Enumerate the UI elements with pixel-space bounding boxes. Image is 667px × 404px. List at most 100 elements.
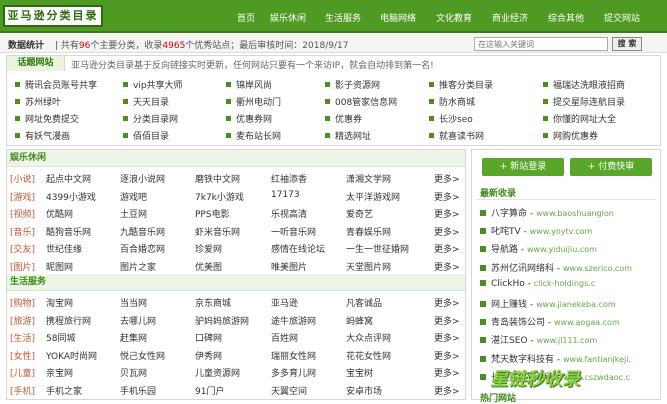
site-link[interactable]: 百姓网	[271, 331, 298, 344]
hot-site-link[interactable]: 影子资源网	[325, 78, 380, 91]
nav-life[interactable]: 生活服务	[325, 11, 361, 24]
hot-site-link[interactable]: 网购优惠券	[543, 129, 598, 142]
more-link[interactable]: 更多>	[434, 190, 460, 203]
site-link[interactable]: 红袖添香	[271, 172, 307, 185]
hot-site-link[interactable]: 008管家信息网	[325, 95, 397, 108]
site-link[interactable]: 瑞丽女性网	[271, 349, 316, 362]
site-link[interactable]: 花花女性网	[346, 349, 391, 362]
site-link[interactable]: 去哪儿网	[120, 314, 156, 327]
hot-site-link[interactable]: 苏州绿叶	[15, 95, 61, 108]
site-link[interactable]: 手机乐园	[120, 384, 156, 397]
more-link[interactable]: 更多>	[434, 384, 460, 397]
nav-culture[interactable]: 文化教育	[436, 11, 472, 24]
site-link[interactable]: 贝瓦网	[120, 366, 147, 379]
site-logo[interactable]: 亚马逊分类目录	[3, 5, 103, 27]
site-link[interactable]: 磨铁中文网	[195, 172, 240, 185]
latest-site-item[interactable]: 湛江SEO - www.jl111.com	[480, 333, 597, 346]
nav-home[interactable]: 首页	[237, 11, 255, 24]
site-link[interactable]: 唯美图片	[271, 260, 307, 273]
hot-site-link[interactable]: 腾讯会员账号共享	[15, 78, 97, 91]
hot-site-link[interactable]: 你懂的网址大全	[543, 112, 616, 125]
category-tag[interactable]: [交友]	[10, 242, 35, 255]
category-tag[interactable]: [购物]	[10, 296, 35, 309]
hot-site-link[interactable]: 衢州电动门	[226, 95, 281, 108]
site-link[interactable]: YOKA时尚网	[46, 349, 97, 362]
hot-site-link[interactable]: 优惠券	[325, 112, 362, 125]
hot-site-link[interactable]: 提交星际连航目录	[543, 95, 625, 108]
more-link[interactable]: 更多>	[434, 172, 460, 185]
site-link[interactable]: 一生一世征婚网	[346, 242, 409, 255]
site-link[interactable]: 土豆网	[120, 207, 147, 220]
more-link[interactable]: 更多>	[434, 314, 460, 327]
site-link[interactable]: 凡客诚品	[346, 296, 382, 309]
site-link[interactable]: 优酷网	[46, 207, 73, 220]
hot-site-link[interactable]: 就喜读书网	[429, 129, 484, 142]
site-link[interactable]: 感情在线论坛	[271, 242, 325, 255]
hot-site-link[interactable]: 防水商城	[429, 95, 475, 108]
site-link[interactable]: 起点中文网	[46, 172, 91, 185]
category-tag[interactable]: [生活]	[10, 331, 35, 344]
search-input[interactable]	[474, 37, 608, 51]
site-link[interactable]: 大众点评网	[346, 331, 391, 344]
site-link[interactable]: 世纪佳缘	[46, 242, 82, 255]
latest-site-item[interactable]: 青岛装饰公司 - www.aogaa.com	[480, 315, 620, 328]
search-button[interactable]: 搜 索	[612, 37, 642, 51]
hot-site-link[interactable]: 分类目录网	[123, 112, 178, 125]
site-link[interactable]: 多多育儿网	[271, 366, 316, 379]
site-link[interactable]: 91门户	[195, 384, 224, 397]
latest-site-item[interactable]: 导航路 - www.yiduijiu.com	[480, 242, 597, 255]
nav-other[interactable]: 综合其他	[548, 11, 584, 24]
site-link[interactable]: 九酷音乐网	[120, 225, 165, 238]
site-link[interactable]: 酷狗音乐网	[46, 225, 91, 238]
site-link[interactable]: 爱奇艺	[346, 207, 373, 220]
site-link[interactable]: 宝宝树	[346, 366, 373, 379]
hot-site-link[interactable]: 长沙seo	[429, 112, 473, 125]
site-link[interactable]: 亚马逊	[271, 296, 298, 309]
more-link[interactable]: 更多>	[434, 207, 460, 220]
site-link[interactable]: 天堂图片网	[346, 260, 391, 273]
site-link[interactable]: 17173	[271, 190, 300, 200]
category-tag[interactable]: [手机]	[10, 384, 35, 397]
latest-site-item[interactable]: 叱咤TV - www.yoytv.com	[480, 224, 592, 237]
nav-submit[interactable]: 提交网站	[604, 11, 640, 24]
more-link[interactable]: 更多>	[434, 331, 460, 344]
site-link[interactable]: 游戏吧	[120, 190, 147, 203]
hot-site-link[interactable]: 天天目录	[123, 95, 169, 108]
hot-site-link[interactable]: 网址免费提交	[15, 112, 79, 125]
site-link[interactable]: 蚂蜂窝	[346, 314, 373, 327]
site-link[interactable]: PPS电影	[195, 207, 230, 220]
site-link[interactable]: 安卓市场	[346, 384, 382, 397]
site-link[interactable]: 珍爱网	[195, 242, 222, 255]
site-link[interactable]: 58同城	[46, 331, 75, 344]
latest-site-item[interactable]: 八字算命 - www.baoshuanglon	[480, 206, 614, 219]
more-link[interactable]: 更多>	[434, 225, 460, 238]
new-site-login-button[interactable]: + 新站登录	[482, 158, 564, 176]
hot-site-link[interactable]: 锦岸风尚	[226, 78, 272, 91]
site-link[interactable]: 图片之家	[120, 260, 156, 273]
hot-site-link[interactable]: 推客分类目录	[429, 78, 493, 91]
latest-site-item[interactable]: 网上赚钱 - www.jianekeba.com	[480, 297, 616, 310]
hot-site-link[interactable]: 佰佰目录	[123, 129, 169, 142]
category-tag[interactable]: [儿童]	[10, 366, 35, 379]
site-link[interactable]: 儿童资源网	[195, 366, 240, 379]
category-tag[interactable]: [游戏]	[10, 190, 35, 203]
nav-business[interactable]: 商业经济	[492, 11, 528, 24]
hot-site-link[interactable]: vip共享大师	[123, 78, 183, 91]
more-link[interactable]: 更多>	[434, 296, 460, 309]
category-tag[interactable]: [女性]	[10, 349, 35, 362]
site-link[interactable]: 携程旅行网	[46, 314, 91, 327]
site-link[interactable]: 驴妈妈旅游网	[195, 314, 249, 327]
latest-site-item[interactable]: ClickHo - click-holdings.c	[480, 279, 595, 289]
hot-site-link[interactable]: 有妖气漫画	[15, 129, 70, 142]
site-link[interactable]: 伊秀网	[195, 349, 222, 362]
site-link[interactable]: 昵图网	[46, 260, 73, 273]
nav-entertainment[interactable]: 娱乐休闲	[270, 11, 306, 24]
hot-site-link[interactable]: 优惠券网	[226, 112, 272, 125]
more-link[interactable]: 更多>	[434, 366, 460, 379]
site-link[interactable]: 赶集网	[120, 331, 147, 344]
hot-site-link[interactable]: 麦布站长网	[226, 129, 281, 142]
category-tag[interactable]: [音乐]	[10, 225, 35, 238]
site-link[interactable]: 淘宝网	[46, 296, 73, 309]
hot-site-link[interactable]: 精选网址	[325, 129, 371, 142]
hot-site-link[interactable]: 福瑞达洗眼液招商	[543, 78, 625, 91]
